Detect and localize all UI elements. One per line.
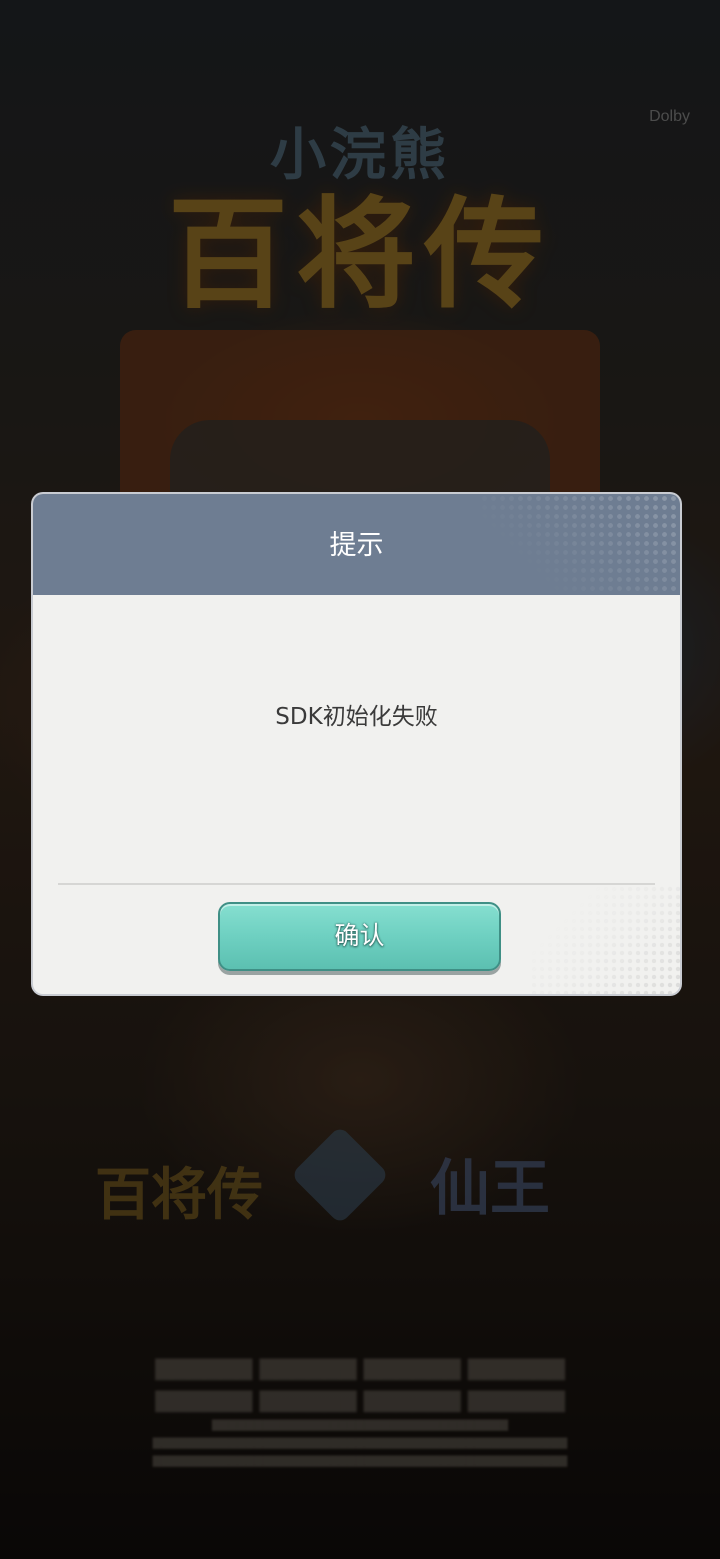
dialog-message: SDK初始化失败 xyxy=(275,704,438,730)
confirm-button[interactable]: 确认 xyxy=(218,902,501,971)
alert-dialog: 提示 SDK初始化失败 确认 xyxy=(33,494,680,994)
dialog-header: 提示 xyxy=(33,494,680,595)
dialog-title: 提示 xyxy=(329,530,384,561)
dialog-body: SDK初始化失败 xyxy=(33,595,680,885)
dialog-footer: 确认 xyxy=(33,885,680,994)
